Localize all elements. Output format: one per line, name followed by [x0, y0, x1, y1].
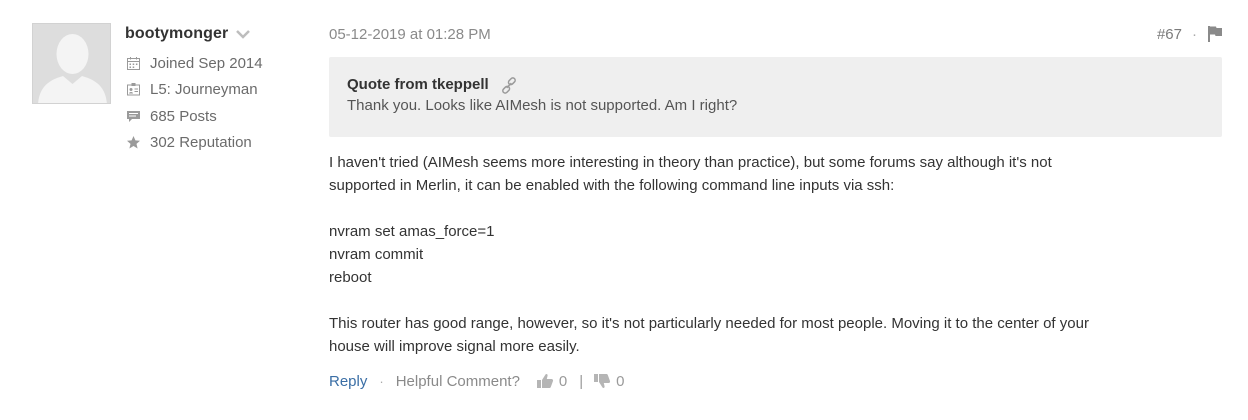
post-body: I haven't tried (AIMesh seems more inter… — [329, 151, 1229, 358]
joined-text: Joined Sep 2014 — [150, 54, 263, 72]
post-tools: #67 · — [1157, 25, 1223, 43]
author-meta: Joined Sep 2014 L5: Journeyman 685 Posts… — [125, 50, 325, 156]
star-icon — [125, 135, 141, 151]
flag-icon[interactable] — [1207, 25, 1223, 43]
post-timestamp[interactable]: 05-12-2019 at 01:28 PM — [329, 26, 491, 43]
body-line: I haven't tried (AIMesh seems more inter… — [329, 154, 1052, 171]
command-line: nvram commit — [329, 246, 424, 263]
avatar[interactable] — [32, 23, 111, 104]
reputation-text: 302 Reputation — [150, 134, 252, 152]
downvote-button[interactable]: 0 — [593, 372, 625, 390]
reputation: 302 Reputation — [125, 130, 325, 157]
upvote-button[interactable]: 0 — [536, 373, 567, 390]
body-line: supported in Merlin, it can be enabled w… — [329, 177, 895, 194]
joined-date: Joined Sep 2014 — [125, 50, 325, 77]
username[interactable]: bootymonger — [125, 25, 228, 43]
paragraph: This router has good range, however, so … — [329, 312, 1229, 358]
body-line: house will improve signal more easily. — [329, 338, 580, 355]
forum-post: bootymonger Joined Sep 2014 L5: Journeym… — [0, 0, 1248, 420]
chevron-down-icon[interactable] — [236, 29, 251, 39]
calendar-icon — [125, 55, 141, 71]
quote-block: Quote from tkeppell Thank you. Looks lik… — [329, 57, 1222, 137]
quote-author: Quote from tkeppell — [347, 76, 489, 93]
thumbs-up-icon — [536, 373, 554, 389]
command-block: nvram set amas_force=1 nvram commit rebo… — [329, 220, 1229, 289]
user-level: L5: Journeyman — [125, 77, 325, 104]
posts-text: 685 Posts — [150, 107, 217, 125]
id-card-icon — [125, 82, 141, 98]
vote-separator: | — [579, 372, 584, 390]
command-line: reboot — [329, 269, 372, 286]
separator-dot: · — [379, 373, 384, 389]
command-line: nvram set amas_force=1 — [329, 223, 495, 240]
thumbs-down-icon — [593, 373, 611, 389]
post-actions: Reply · Helpful Comment? 0 | 0 — [329, 370, 625, 392]
post-number-link[interactable]: #67 — [1157, 26, 1182, 43]
comment-icon — [125, 108, 141, 124]
downvote-count: 0 — [616, 372, 625, 390]
user-avatar-placeholder-icon — [33, 24, 110, 103]
link-icon[interactable] — [501, 76, 517, 94]
helpful-label: Helpful Comment? — [395, 372, 520, 390]
author-info: bootymonger Joined Sep 2014 L5: Journeym… — [125, 24, 325, 156]
reply-button[interactable]: Reply — [329, 373, 367, 390]
level-text: L5: Journeyman — [150, 81, 258, 99]
paragraph: I haven't tried (AIMesh seems more inter… — [329, 151, 1229, 197]
body-line: This router has good range, however, so … — [329, 315, 1089, 332]
post-count: 685 Posts — [125, 103, 325, 130]
quote-text: Thank you. Looks like AIMesh is not supp… — [347, 97, 738, 114]
upvote-count: 0 — [558, 372, 568, 390]
separator-dot: · — [1192, 25, 1197, 43]
